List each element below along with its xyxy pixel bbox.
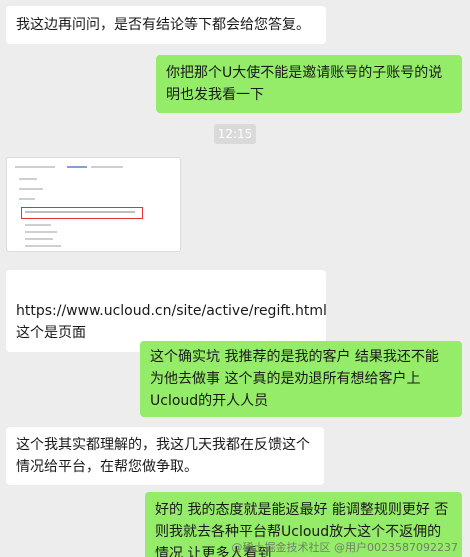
message-text: 这个我其实都理解的，我这几天我都在反馈这个情况给平台，在帮您做争取。 — [16, 437, 310, 475]
message-bubble-left[interactable]: https://www.ucloud.cn/site/active/regift… — [6, 270, 327, 352]
message-bubble-right[interactable]: 这个确实坑 我推荐的是我的客户 结果我还不能为他去做事 这个真的是劝退所有想给客… — [140, 341, 462, 417]
timestamp-badge: 12:15 — [214, 124, 256, 144]
image-message-thumbnail[interactable] — [6, 157, 181, 252]
message-bubble-left[interactable]: 我这边再问问，是否有结论等下都会给您答复。 — [6, 6, 326, 44]
highlight-box — [21, 207, 143, 219]
message-text: https://www.ucloud.cn/site/active/regift… — [16, 303, 327, 341]
thumbnail-preview — [7, 158, 180, 251]
message-bubble-left[interactable]: 这个我其实都理解的，我这几天我都在反馈这个情况给平台，在帮您做争取。 — [6, 427, 324, 485]
message-text: 你把那个U大使不能是邀请账号的子账号的说明也发我看一下 — [166, 65, 443, 103]
message-bubble-right[interactable]: 你把那个U大使不能是邀请账号的子账号的说明也发我看一下 — [156, 55, 462, 113]
watermark: @稀土掘金技术社区 @用户0023587092237 — [231, 541, 458, 554]
message-text: 我这边再问问，是否有结论等下都会给您答复。 — [16, 17, 310, 33]
message-text: 这个确实坑 我推荐的是我的客户 结果我还不能为他去做事 这个真的是劝退所有想给客… — [150, 349, 439, 409]
